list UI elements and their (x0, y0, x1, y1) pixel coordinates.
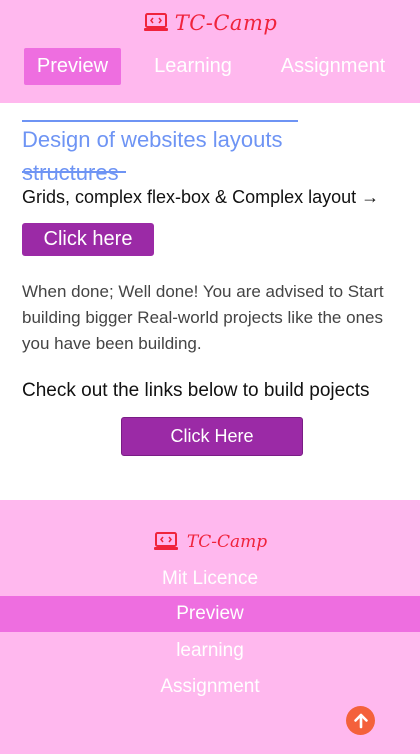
footer-link-preview[interactable]: Preview (0, 596, 420, 632)
top-nav: Preview Learning Assignment (0, 48, 420, 86)
laptop-code-icon (143, 12, 169, 34)
tab-preview[interactable]: Preview (24, 48, 121, 85)
license-text: Mit Licence (161, 568, 259, 589)
laptop-code-icon (153, 531, 179, 553)
footer: TC-Camp Mit Licence Preview learning Ass… (0, 500, 420, 754)
scroll-to-top-button[interactable] (346, 706, 375, 735)
click-here-button[interactable]: Click here (22, 223, 154, 256)
description-paragraph: When done; Well done! You are advised to… (22, 282, 384, 353)
main-content: Design of websites layouts structures Gr… (0, 103, 420, 500)
footer-link-learning[interactable]: learning (0, 637, 420, 665)
header: TC-Camp Preview Learning Assignment (0, 0, 420, 103)
brand[interactable]: TC-Camp (0, 8, 420, 38)
tab-learning[interactable]: Learning (140, 48, 246, 85)
footer-brand[interactable]: TC-Camp (0, 527, 420, 557)
page-title: Design of websites layouts structures (22, 127, 283, 185)
footer-brand-name: TC-Camp (186, 532, 268, 552)
projects-link-button[interactable]: Click Here (121, 417, 303, 456)
checkout-heading: Check out the links below to build pojec… (22, 380, 370, 401)
arrow-up-icon (352, 712, 370, 730)
footer-link-assignment[interactable]: Assignment (0, 673, 420, 701)
title-decoration-line (22, 120, 298, 122)
tab-assignment[interactable]: Assignment (270, 48, 396, 85)
brand-name: TC-Camp (174, 11, 278, 35)
title-decoration-line (22, 171, 126, 173)
section-subtitle: Grids, complex flex-box & Complex layout… (22, 187, 380, 207)
